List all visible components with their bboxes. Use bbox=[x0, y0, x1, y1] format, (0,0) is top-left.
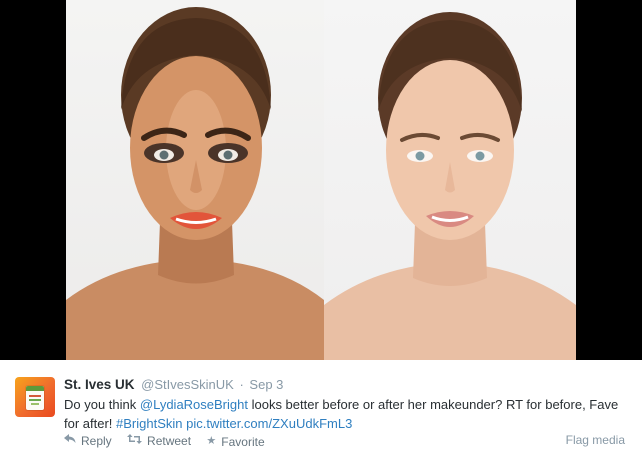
header-separator: · bbox=[239, 377, 244, 392]
flag-media-link[interactable]: Flag media bbox=[566, 433, 625, 447]
retweet-icon bbox=[127, 434, 143, 447]
tweet-text: Do you think @LydiaRoseBright looks bett… bbox=[64, 395, 624, 433]
reply-icon bbox=[64, 434, 76, 447]
star-icon: ★ bbox=[206, 435, 217, 447]
account-username[interactable]: @StIvesSkinUK bbox=[141, 377, 234, 392]
product-logo-icon bbox=[26, 386, 44, 410]
media-image-before[interactable] bbox=[66, 0, 324, 360]
retweet-label: Retweet bbox=[147, 433, 192, 448]
avatar[interactable] bbox=[15, 377, 55, 417]
tweet-text-part: Do you think bbox=[64, 397, 140, 412]
favorite-button[interactable]: ★ Favorite bbox=[206, 435, 264, 449]
tweet-actions: Reply Retweet ★ Favorite bbox=[64, 433, 277, 449]
media-image-after[interactable] bbox=[324, 0, 576, 360]
favorite-label: Favorite bbox=[221, 434, 265, 449]
hashtag-link[interactable]: #BrightSkin bbox=[116, 416, 182, 431]
mention-link[interactable]: @LydiaRoseBright bbox=[140, 397, 248, 412]
media-link[interactable]: pic.twitter.com/ZXuUdkFmL3 bbox=[186, 416, 352, 431]
portrait-made-up-illustration bbox=[66, 7, 324, 360]
tweet-media[interactable] bbox=[0, 0, 642, 360]
account-fullname[interactable]: St. Ives UK bbox=[64, 377, 135, 392]
tweet: St. Ives UK @StIvesSkinUK · Sep 3 Do you… bbox=[0, 360, 642, 453]
reply-label: Reply bbox=[81, 433, 112, 448]
portrait-natural-illustration bbox=[324, 12, 576, 360]
reply-button[interactable]: Reply bbox=[64, 434, 112, 448]
retweet-button[interactable]: Retweet bbox=[127, 434, 191, 448]
tweet-header: St. Ives UK @StIvesSkinUK · Sep 3 bbox=[64, 377, 283, 392]
tweet-timestamp[interactable]: Sep 3 bbox=[249, 377, 283, 392]
